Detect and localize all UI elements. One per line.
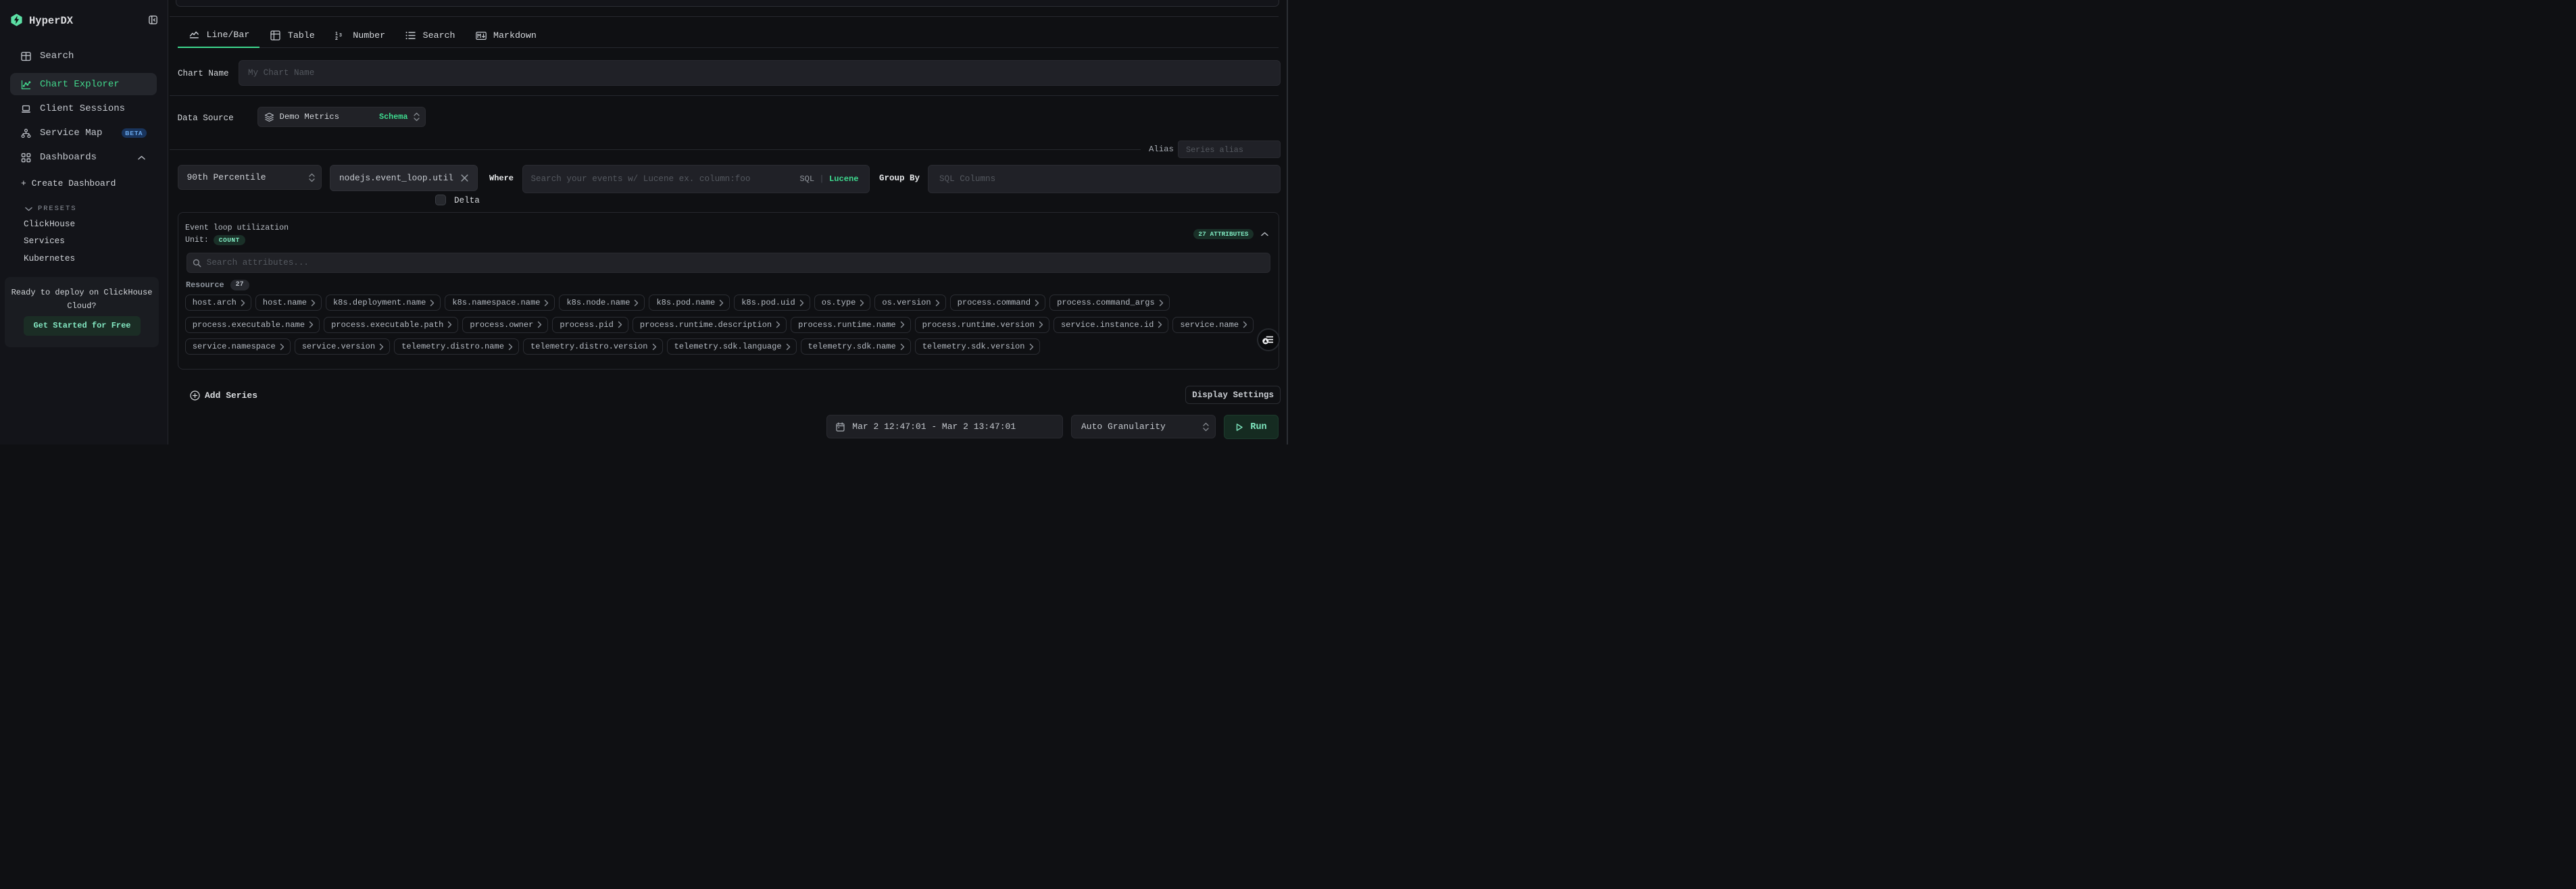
svg-text:3: 3 [339,33,342,38]
svg-text:1: 1 [335,32,338,36]
svg-text:2: 2 [335,36,338,41]
